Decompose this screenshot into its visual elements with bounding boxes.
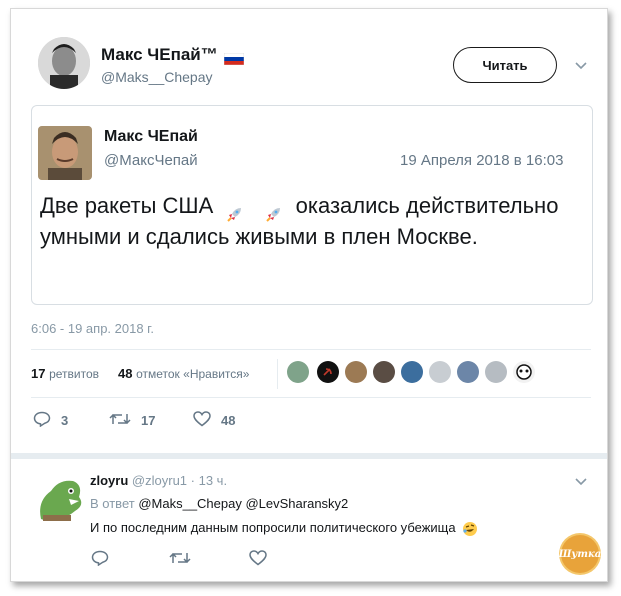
quoted-text-line2: умными и сдались живыми в плен Москве. <box>40 224 478 249</box>
heart-icon <box>193 411 211 430</box>
liker-avatar[interactable] <box>287 361 309 383</box>
rofl-emoji-icon <box>462 521 478 537</box>
quoted-text-part2: оказались действительно <box>295 193 559 218</box>
rocket-emoji-icon <box>227 199 243 222</box>
reply-icon <box>33 411 51 430</box>
reply-to-mention-1[interactable]: @Maks__Chepay <box>138 496 242 511</box>
liker-avatar[interactable] <box>485 361 507 383</box>
liker-avatar[interactable] <box>345 361 367 383</box>
watermark-text: Шутка <box>558 548 602 560</box>
reply-author-avatar[interactable] <box>33 471 89 527</box>
reply-action[interactable]: 3 <box>33 411 68 430</box>
reply-to-line: В ответ @Maks__Chepay @LevSharansky2 <box>90 496 348 511</box>
rocket-emoji-icon <box>265 199 282 222</box>
liker-avatar[interactable] <box>457 361 479 383</box>
like-action[interactable]: 48 <box>193 411 235 430</box>
retweet-count: 17 <box>141 413 156 428</box>
quoted-tweet[interactable]: Макс ЧЕпай @МаксЧепай 19 Апреля 2018 в 1… <box>31 105 593 305</box>
chevron-down-icon[interactable] <box>573 475 589 487</box>
chevron-down-icon[interactable] <box>573 59 589 71</box>
reply-to-prefix: В ответ <box>90 496 135 511</box>
likes-count: 48 <box>118 366 133 381</box>
stats-separator <box>277 359 278 389</box>
heart-icon <box>249 550 267 569</box>
retweets-label: ретвитов <box>49 367 100 381</box>
reply-count: 3 <box>61 413 69 428</box>
reply-icon <box>91 550 109 569</box>
likers-avatars <box>287 361 557 385</box>
follow-button[interactable]: Читать <box>453 47 557 83</box>
liker-avatar[interactable] <box>513 361 535 383</box>
author-name[interactable]: Макс ЧЕпай™ <box>101 45 245 65</box>
liker-avatar[interactable] <box>401 361 423 383</box>
quoted-text-part1: Две ракеты США <box>40 193 214 218</box>
reply-time[interactable]: · 13 ч. <box>191 473 227 488</box>
reply-retweet-action[interactable] <box>169 550 191 569</box>
like-count: 48 <box>221 413 236 428</box>
liker-avatar[interactable] <box>373 361 395 383</box>
quoted-text: Две ракеты США оказались действительно у… <box>40 190 590 252</box>
quoted-date: 19 Апреля 2018 в 16:03 <box>400 152 564 169</box>
russian-flag-icon <box>224 50 245 65</box>
author-handle[interactable]: @Maks__Chepay <box>101 69 213 85</box>
retweet-action[interactable]: 17 <box>109 411 155 430</box>
author-avatar[interactable] <box>38 37 90 89</box>
reply-text: И по последним данным попросили политиче… <box>90 520 478 537</box>
retweet-icon <box>109 411 131 430</box>
reply-reply-action[interactable] <box>91 550 109 569</box>
quoted-author-name: Макс ЧЕпай <box>104 128 198 145</box>
likes-stat[interactable]: 48 отметок «Нравится» <box>118 366 249 381</box>
divider <box>31 349 591 350</box>
reply-text-content: И по последним данным попросили политиче… <box>90 520 456 535</box>
reply-author-name[interactable]: zloyru <box>90 473 128 488</box>
reply-to-mention-2[interactable]: @LevSharansky2 <box>245 496 348 511</box>
section-separator <box>11 453 607 459</box>
divider <box>31 397 591 398</box>
tweet-card: Макс ЧЕпай™ @Maks__Chepay Читать Макс ЧЕ… <box>10 8 608 582</box>
watermark-logo: Шутка <box>558 535 602 573</box>
reply-like-action[interactable] <box>249 550 267 569</box>
retweet-icon <box>169 550 191 569</box>
liker-avatar[interactable] <box>429 361 451 383</box>
reply-header: zloyru @zloyru1 · 13 ч. <box>90 473 227 488</box>
liker-avatar[interactable] <box>317 361 339 383</box>
quoted-author-avatar <box>38 126 92 180</box>
reply-author-handle[interactable]: @zloyru1 <box>132 473 187 488</box>
retweets-count: 17 <box>31 366 46 381</box>
likes-label: отметок «Нравится» <box>136 367 250 381</box>
tweet-timestamp[interactable]: 6:06 - 19 апр. 2018 г. <box>31 321 154 336</box>
quoted-author-handle: @МаксЧепай <box>104 152 198 169</box>
retweets-stat[interactable]: 17 ретвитов <box>31 366 99 381</box>
